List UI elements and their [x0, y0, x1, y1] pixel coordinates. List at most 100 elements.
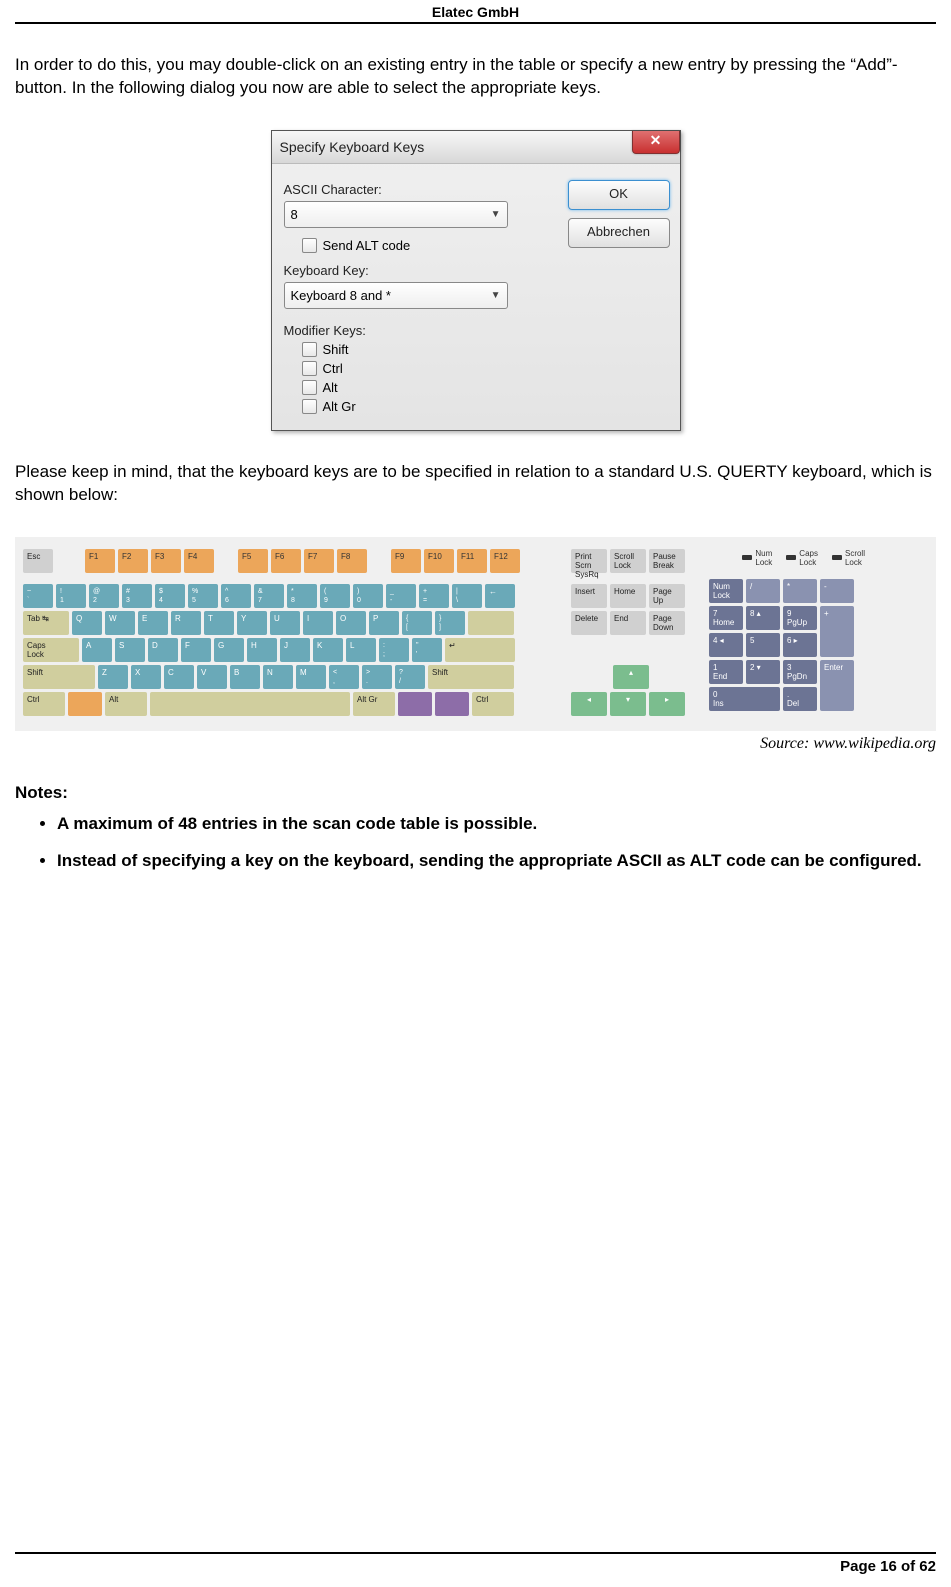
kbkey-combo[interactable]: Keyboard 8 and * ▼ [284, 282, 508, 309]
kbd-key: F4 [184, 549, 214, 573]
kbd-key: !1 [56, 584, 86, 608]
kbd-key: Y [237, 611, 267, 635]
ascii-combo[interactable]: 8 ▼ [284, 201, 508, 228]
kbd-key: ▸ [649, 692, 685, 716]
kbd-key: (9 [320, 584, 350, 608]
cancel-button[interactable]: Abbrechen [568, 218, 670, 248]
kbd-key: F8 [337, 549, 367, 573]
chevron-down-icon: ▼ [491, 202, 501, 227]
kbd-key: &7 [254, 584, 284, 608]
kbd-key: L [346, 638, 376, 662]
kbd-key: .Del [783, 687, 817, 711]
kbd-key: Shift [23, 665, 95, 689]
note-item: Instead of specifying a key on the keybo… [57, 850, 936, 873]
kbd-key: Home [610, 584, 646, 608]
kbd-key: D [148, 638, 178, 662]
kbd-key: CapsLock [23, 638, 79, 662]
kbd-key: End [610, 611, 646, 635]
kbd-key: A [82, 638, 112, 662]
mod-label-text: Shift [323, 342, 349, 357]
kbd-key: / [746, 579, 780, 603]
kbd-key: E [138, 611, 168, 635]
kbd-key: "' [412, 638, 442, 662]
mod-altgr[interactable]: Alt Gr [302, 399, 668, 414]
kbd-key: Enter [820, 660, 854, 711]
kbd-key: - [820, 579, 854, 603]
kbd-key: )0 [353, 584, 383, 608]
kbd-key: J [280, 638, 310, 662]
checkbox-icon [302, 361, 317, 376]
kbd-key: C [164, 665, 194, 689]
kbd-key: F5 [238, 549, 268, 573]
kbd-key: ← [485, 584, 515, 608]
kbd-key: }] [435, 611, 465, 635]
kbd-key: ◂ [571, 692, 607, 716]
close-button[interactable]: ✕ [632, 131, 680, 154]
kbd-key: %5 [188, 584, 218, 608]
kbd-key: R [171, 611, 201, 635]
kbd-key: ?/ [395, 665, 425, 689]
kbd-key: F9 [391, 549, 421, 573]
kbd-key: F2 [118, 549, 148, 573]
kbd-key: PageUp [649, 584, 685, 608]
close-icon: ✕ [650, 132, 662, 148]
kbd-key: F7 [304, 549, 334, 573]
kbd-key: V [197, 665, 227, 689]
kbd-key [435, 692, 469, 716]
ok-button[interactable]: OK [568, 180, 670, 210]
kbd-key: 2 ▾ [746, 660, 780, 684]
notes-heading: Notes: [15, 783, 936, 803]
kbd-key: W [105, 611, 135, 635]
kbd-key: 6 ▸ [783, 633, 817, 657]
kbd-key: Esc [23, 549, 53, 573]
mod-label-text: Alt [323, 380, 338, 395]
kbd-key: F11 [457, 549, 487, 573]
kbd-key: X [131, 665, 161, 689]
kbd-key: F12 [490, 549, 520, 573]
chevron-down-icon: ▼ [491, 283, 501, 308]
mod-label-text: Ctrl [323, 361, 343, 376]
kbd-key: >. [362, 665, 392, 689]
kbd-key: F1 [85, 549, 115, 573]
kbd-key [68, 692, 102, 716]
kbd-key: Alt Gr [353, 692, 395, 716]
kbd-key: Q [72, 611, 102, 635]
kbd-key: ▴ [613, 665, 649, 689]
kbd-key: 4 ◂ [709, 633, 743, 657]
kbd-key: PageDown [649, 611, 685, 635]
dialog-title: Specify Keyboard Keys [280, 139, 425, 155]
kbd-key: 9PgUp [783, 606, 817, 630]
notes-list: A maximum of 48 entries in the scan code… [35, 813, 936, 873]
kbd-key: _- [386, 584, 416, 608]
kbd-key: M [296, 665, 326, 689]
kbd-key: PauseBreak [649, 549, 685, 573]
dialog-titlebar[interactable]: Specify Keyboard Keys ✕ [272, 131, 680, 164]
kbd-key: NumLock [709, 579, 743, 603]
mod-shift[interactable]: Shift [302, 342, 668, 357]
kbd-key: |\ [452, 584, 482, 608]
kbd-key: O [336, 611, 366, 635]
kbd-key [398, 692, 432, 716]
specify-keys-dialog: Specify Keyboard Keys ✕ OK Abbrechen ASC… [271, 130, 681, 431]
mod-label: Modifier Keys: [284, 323, 668, 338]
kbd-key: Ctrl [472, 692, 514, 716]
kbd-key: F6 [271, 549, 301, 573]
kbkey-value: Keyboard 8 and * [291, 283, 391, 308]
intro-paragraph: In order to do this, you may double-clic… [15, 54, 936, 100]
kbd-key: {[ [402, 611, 432, 635]
kbd-key: Alt [105, 692, 147, 716]
send-alt-label: Send ALT code [323, 238, 411, 253]
kbd-key: H [247, 638, 277, 662]
kbd-key: #3 [122, 584, 152, 608]
kbd-key: 5 [746, 633, 780, 657]
kbd-key: T [204, 611, 234, 635]
kbd-key: * [783, 579, 817, 603]
kbd-key: Tab ↹ [23, 611, 69, 635]
kbd-key [150, 692, 350, 716]
kbd-key: ^6 [221, 584, 251, 608]
mod-alt[interactable]: Alt [302, 380, 668, 395]
mod-label-text: Alt Gr [323, 399, 356, 414]
kbd-key: F3 [151, 549, 181, 573]
kbd-key: 3PgDn [783, 660, 817, 684]
mod-ctrl[interactable]: Ctrl [302, 361, 668, 376]
